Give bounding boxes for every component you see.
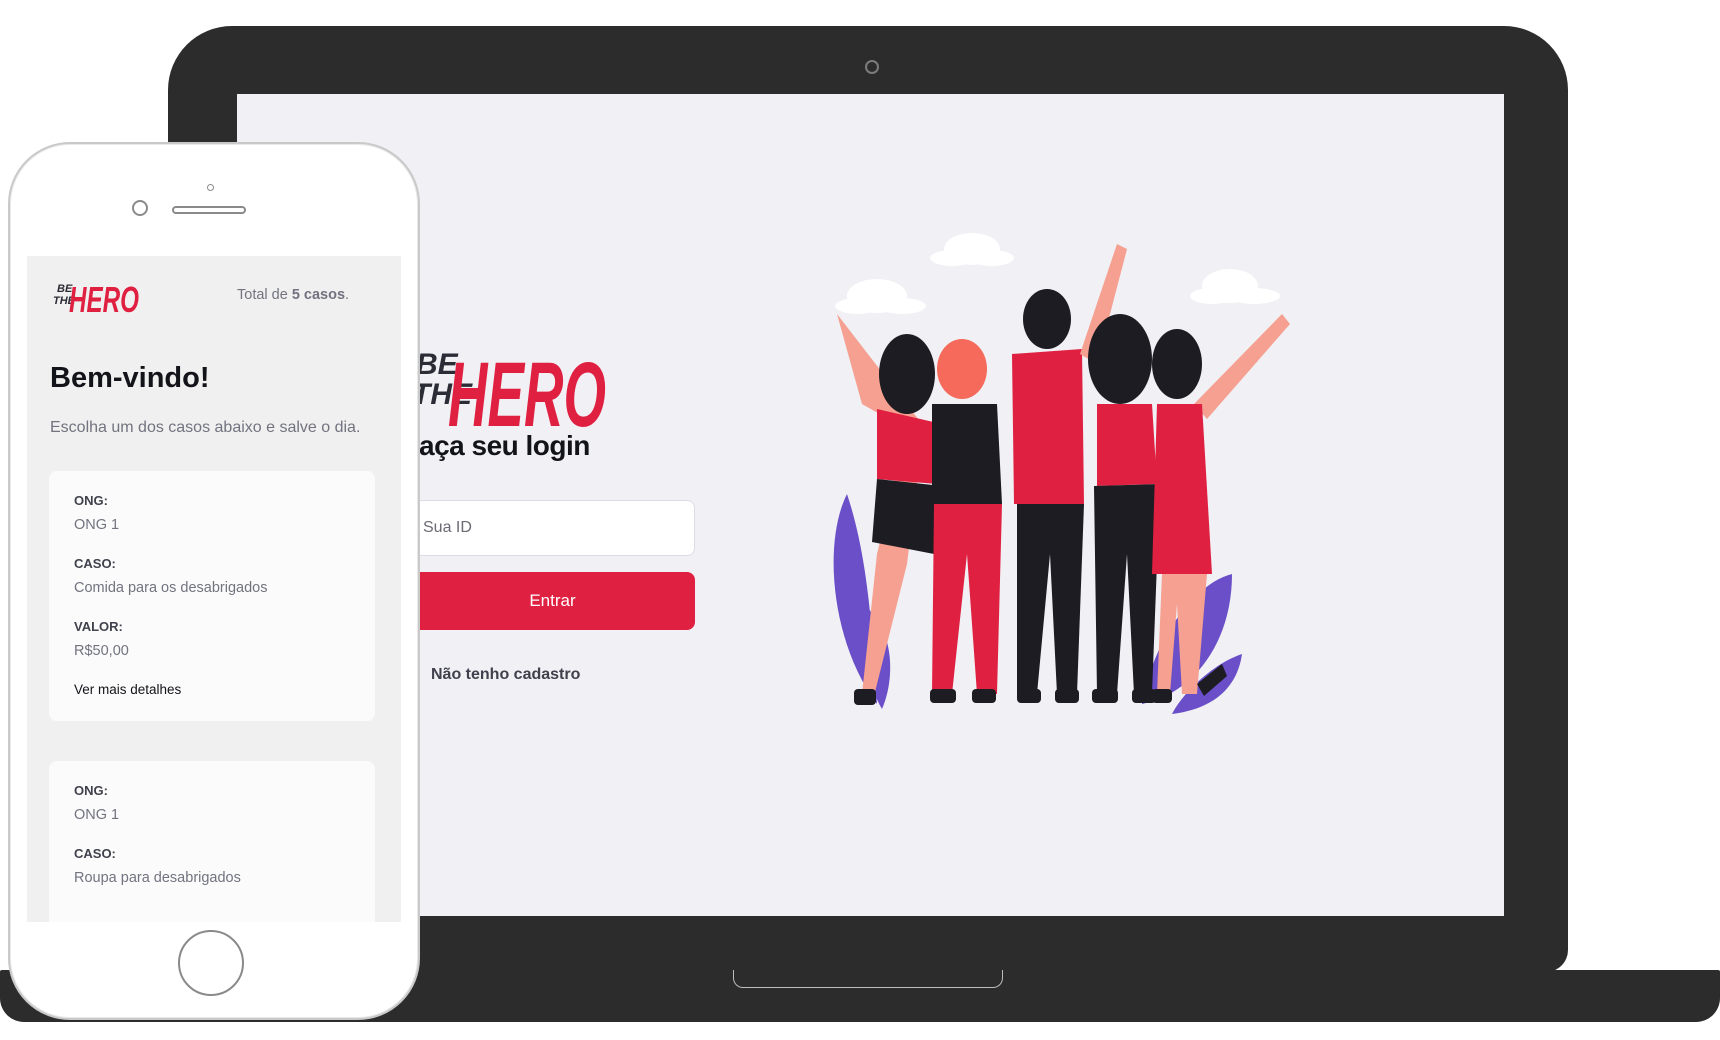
total-count: 5 casos: [291, 287, 346, 303]
phone-screen: BE THE HERO Total de 5 casos. Bem-vindo!…: [27, 256, 401, 922]
value-label: VALOR:: [74, 619, 123, 634]
logo-word-hero: HERO: [448, 344, 606, 434]
phone-camera: [132, 200, 148, 216]
enter-button[interactable]: Entrar: [410, 572, 695, 630]
total-prefix: Total de: [237, 287, 292, 303]
total-suffix: .: [345, 287, 350, 303]
id-input[interactable]: [410, 500, 695, 556]
details-link[interactable]: Ver mais detalhes: [74, 682, 181, 697]
welcome-title: Bem-vindo!: [50, 362, 210, 394]
phone-home-button[interactable]: [178, 930, 244, 996]
ong-label: ONG:: [74, 783, 108, 798]
register-link[interactable]: Não tenho cadastro: [423, 666, 580, 684]
ong-label: ONG:: [74, 493, 108, 508]
case-card: ONG: ONG 1 CASO: Roupa para desabrigados: [49, 761, 375, 922]
phone-sensor: [207, 184, 214, 191]
case-label: CASO:: [74, 556, 116, 571]
value-amount: R$50,00: [74, 643, 129, 659]
case-label: CASO:: [74, 846, 116, 861]
ong-value: ONG 1: [74, 807, 120, 823]
ong-value: ONG 1: [74, 517, 120, 533]
case-value: Roupa para desabrigados: [74, 870, 241, 886]
case-card: ONG: ONG 1 CASO: Comida para os desabrig…: [49, 471, 375, 721]
login-title: aça seu login: [419, 430, 590, 461]
phone-speaker: [172, 206, 246, 214]
case-value: Comida para os desabrigados: [74, 580, 268, 596]
be-the-hero-logo-small: BE THE HERO: [53, 279, 139, 318]
laptop-camera: [865, 60, 879, 74]
laptop-screen: BE THE HERO aça seu login Entrar Não ten…: [237, 94, 1504, 916]
be-the-hero-logo: BE THE HERO: [412, 344, 606, 434]
total-cases: Total de 5 casos.: [237, 287, 349, 303]
logo-small-word-hero: HERO: [69, 279, 139, 318]
log-in-icon: [423, 666, 425, 684]
welcome-subtitle: Escolha um dos casos abaixo e salve o di…: [50, 419, 361, 436]
register-link-label: Não tenho cadastro: [431, 666, 581, 683]
heroes-group-illustration: [833, 233, 1290, 714]
laptop-notch: [733, 970, 1003, 988]
